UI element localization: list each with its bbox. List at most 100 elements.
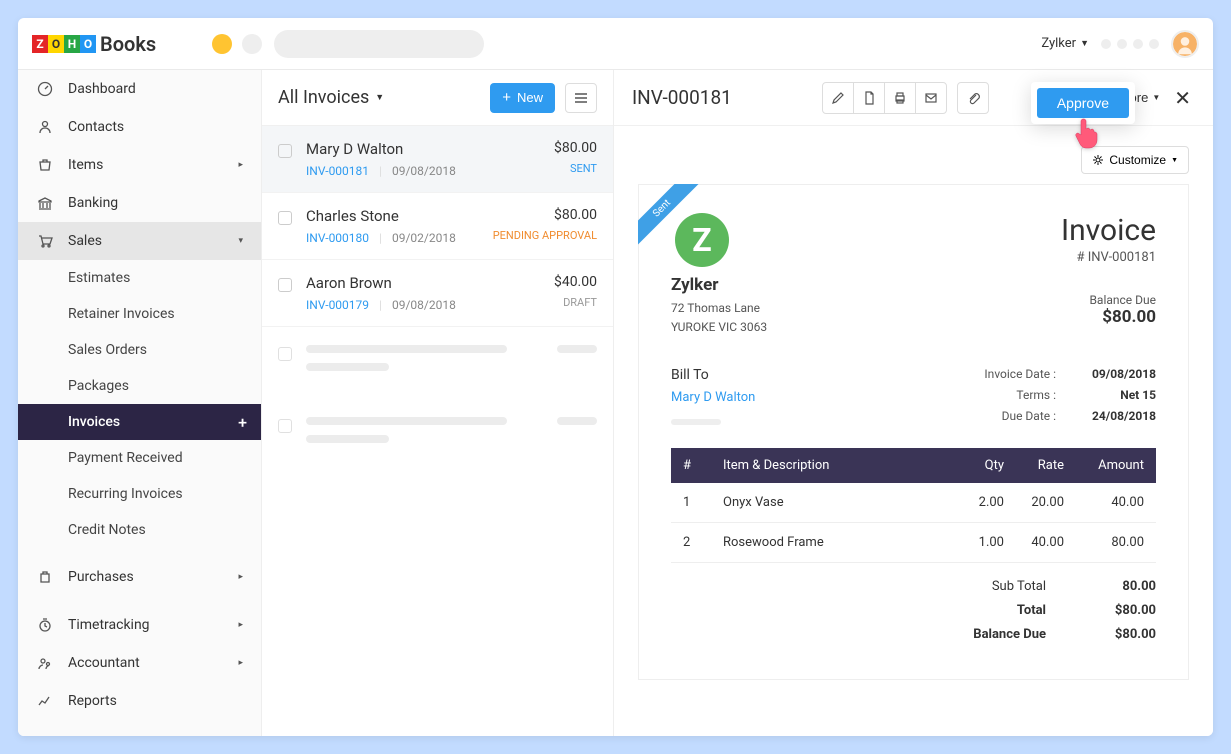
- sidebar: Dashboard Contacts Items ▸ Banking Sales…: [18, 70, 262, 736]
- invoice-date: 09/08/2018: [392, 298, 456, 312]
- invoice-row[interactable]: Mary D Walton INV-000181|09/08/2018 $80.…: [262, 126, 613, 193]
- invoice-number: INV-000179: [306, 298, 369, 312]
- status-badge: PENDING APPROVAL: [493, 229, 597, 242]
- placeholder-line: [671, 419, 721, 425]
- status-badge: SENT: [554, 162, 597, 175]
- customer-name: Charles Stone: [306, 207, 479, 225]
- sidebar-item-dashboard[interactable]: Dashboard: [18, 70, 261, 108]
- invoice-row[interactable]: Charles Stone INV-000180|09/02/2018 $80.…: [262, 193, 613, 260]
- company-name: Zylker: [671, 275, 767, 295]
- row-checkbox[interactable]: [278, 211, 292, 225]
- invoice-amount: $40.00: [554, 274, 597, 290]
- new-button[interactable]: + New: [490, 83, 555, 113]
- list-body: Mary D Walton INV-000181|09/08/2018 $80.…: [262, 126, 613, 736]
- topbar-placeholder-dots: [212, 34, 262, 54]
- banking-icon: [36, 194, 54, 212]
- avatar[interactable]: [1171, 30, 1199, 58]
- topbar: ZOHO Books Zylker ▼: [18, 18, 1213, 70]
- sidebar-sub-payment-received[interactable]: Payment Received: [18, 440, 261, 476]
- pdf-button[interactable]: [853, 82, 885, 114]
- app-window: ZOHO Books Zylker ▼ Dashboard Contacts: [18, 18, 1213, 736]
- org-switcher[interactable]: Zylker ▼: [1041, 36, 1089, 51]
- invoice-date: 09/08/2018: [392, 164, 456, 178]
- attachment-icon: [966, 91, 980, 105]
- company-address-line2: YUROKE VIC 3063: [671, 318, 767, 337]
- sidebar-item-timetracking[interactable]: Timetracking ▸: [18, 606, 261, 644]
- dashboard-icon: [36, 80, 54, 98]
- sidebar-item-contacts[interactable]: Contacts: [18, 108, 261, 146]
- balance-due-amount: $80.00: [1061, 307, 1156, 327]
- sidebar-item-items[interactable]: Items ▸: [18, 146, 261, 184]
- col-description: Item & Description: [711, 448, 956, 483]
- customize-button[interactable]: Customize ▼: [1081, 146, 1189, 174]
- sidebar-sub-estimates[interactable]: Estimates: [18, 260, 261, 296]
- print-icon: [893, 91, 907, 105]
- sidebar-item-accountant[interactable]: Accountant ▸: [18, 644, 261, 682]
- plus-icon[interactable]: +: [238, 413, 247, 432]
- company-address-line1: 72 Thomas Lane: [671, 299, 767, 318]
- col-amount: Amount: [1076, 448, 1156, 483]
- invoice-date: 09/02/2018: [392, 231, 456, 245]
- sidebar-item-purchases[interactable]: Purchases ▸: [18, 558, 261, 596]
- caret-down-icon: ▼: [1152, 93, 1160, 102]
- plus-icon: +: [502, 89, 511, 106]
- chevron-right-icon: ▸: [238, 160, 243, 170]
- sales-icon: [36, 232, 54, 250]
- close-button[interactable]: ✕: [1170, 82, 1195, 114]
- sidebar-sub-credit-notes[interactable]: Credit Notes: [18, 512, 261, 548]
- sidebar-sub-retainer-invoices[interactable]: Retainer Invoices: [18, 296, 261, 332]
- document-title: Invoice: [1061, 213, 1156, 248]
- customer-name: Mary D Walton: [306, 140, 540, 158]
- list-title-dropdown[interactable]: All Invoices ▼: [278, 87, 384, 108]
- customer-name: Aaron Brown: [306, 274, 540, 292]
- accountant-icon: [36, 654, 54, 672]
- list-item: [262, 327, 613, 399]
- print-button[interactable]: [884, 82, 916, 114]
- invoice-amount: $80.00: [554, 140, 597, 156]
- col-number: #: [671, 448, 711, 483]
- search-input[interactable]: [274, 30, 484, 58]
- balance-due-label: Balance Due: [1061, 293, 1156, 307]
- sidebar-sub-packages[interactable]: Packages: [18, 368, 261, 404]
- list-menu-button[interactable]: [565, 83, 597, 113]
- zoho-logo-icon: ZOHO: [32, 35, 96, 53]
- sidebar-item-sales[interactable]: Sales ▾: [18, 222, 261, 260]
- invoice-number: INV-000181: [306, 164, 369, 178]
- contacts-icon: [36, 118, 54, 136]
- email-button[interactable]: [915, 82, 947, 114]
- logo[interactable]: ZOHO Books: [32, 32, 156, 56]
- list-header: All Invoices ▼ + New: [262, 70, 613, 126]
- topbar-actions-placeholder: [1101, 39, 1159, 49]
- row-checkbox[interactable]: [278, 278, 292, 292]
- invoice-detail-panel: INV-000181 More▼ ✕ Approve: [614, 70, 1213, 736]
- sidebar-sub-sales-orders[interactable]: Sales Orders: [18, 332, 261, 368]
- timetracking-icon: [36, 616, 54, 634]
- chevron-right-icon: ▸: [238, 572, 243, 582]
- detail-invoice-number: INV-000181: [632, 86, 732, 109]
- invoice-meta-table: Invoice Date :09/08/2018 Terms :Net 15 D…: [966, 367, 1156, 430]
- purchases-icon: [36, 568, 54, 586]
- menu-icon: [574, 92, 588, 104]
- attachment-button[interactable]: [957, 82, 989, 114]
- detail-header: INV-000181 More▼ ✕ Approve: [614, 70, 1213, 126]
- sidebar-item-reports[interactable]: Reports: [18, 682, 261, 720]
- bill-to-label: Bill To: [671, 367, 755, 383]
- status-ribbon: Sent: [638, 184, 708, 254]
- action-icon-group: [822, 82, 947, 114]
- row-checkbox[interactable]: [278, 144, 292, 158]
- bill-to-customer-link[interactable]: Mary D Walton: [671, 390, 755, 405]
- col-qty: Qty: [956, 448, 1016, 483]
- invoice-document: Sent Z Zylker 72 Thomas Lane YUROKE VIC …: [638, 184, 1189, 680]
- invoice-row[interactable]: Aaron Brown INV-000179|09/08/2018 $40.00…: [262, 260, 613, 327]
- sidebar-item-banking[interactable]: Banking: [18, 184, 261, 222]
- col-rate: Rate: [1016, 448, 1076, 483]
- invoice-amount: $80.00: [493, 207, 597, 223]
- sidebar-sub-invoices[interactable]: Invoices+: [18, 404, 261, 440]
- sidebar-sub-recurring-invoices[interactable]: Recurring Invoices: [18, 476, 261, 512]
- approve-button[interactable]: Approve: [1037, 88, 1129, 118]
- caret-down-icon: ▾: [238, 236, 243, 246]
- edit-button[interactable]: [822, 82, 854, 114]
- totals-section: Sub Total80.00 Total$80.00 Balance Due$8…: [671, 579, 1156, 651]
- caret-down-icon: ▼: [1171, 157, 1178, 164]
- table-row: 1 Onyx Vase 2.00 20.00 40.00: [671, 483, 1156, 523]
